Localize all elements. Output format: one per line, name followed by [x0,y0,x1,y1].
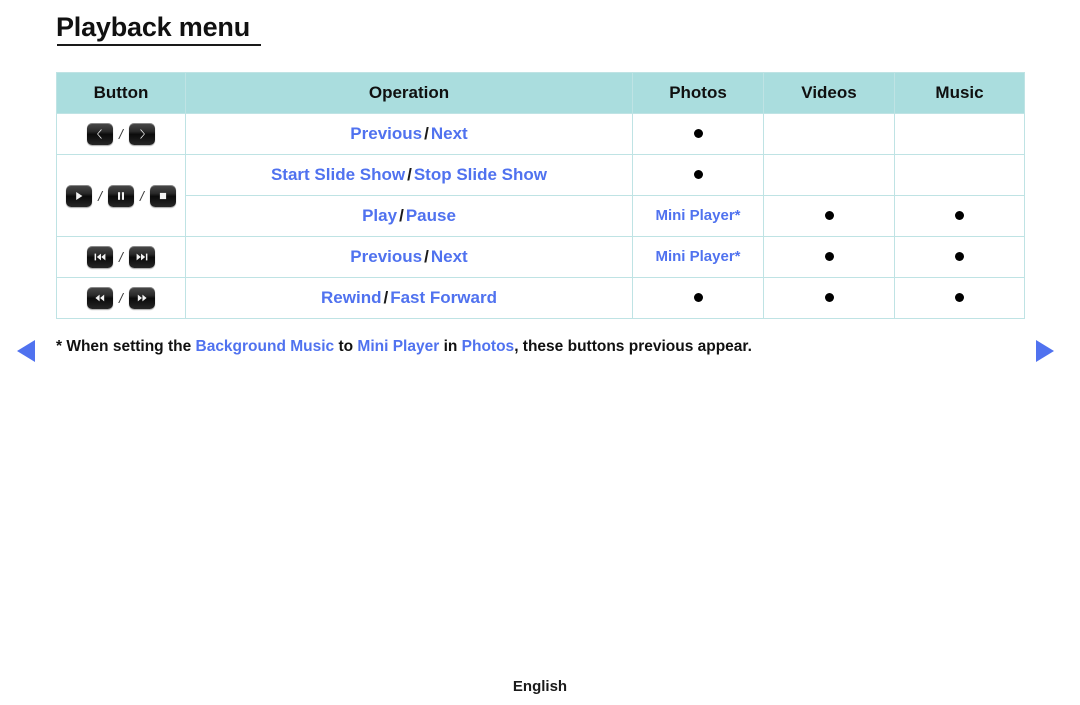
footer-language-label: English [512,678,568,695]
operation-text: Previous / Next [350,124,467,143]
operation-text: Start Slide Show / Stop Slide Show [271,165,547,184]
play-icon[interactable] [66,184,93,207]
support-dot [693,129,703,139]
videos-cell [763,113,895,155]
operation-separator: / [383,288,389,307]
videos-cell [763,195,895,237]
operation-second: Next [430,247,468,266]
operation-separator: / [424,247,429,266]
footnote-link-photos: Photos [461,338,515,355]
operation-cell: Start Slide Show / Stop Slide Show [185,154,633,196]
support-dot [955,211,964,221]
photos-cell [632,113,764,155]
footnote-part1: * When setting the [56,338,196,355]
operation-separator: / [407,165,412,184]
mini-player-label: Mini Player* [655,248,741,265]
support-dot [955,293,964,303]
skip-next-icon[interactable] [128,246,155,268]
previous-page-arrow-icon[interactable] [17,340,35,362]
music-cell [894,195,1025,237]
operation-cell: Previous / Next [185,113,633,155]
table-row: / Rewind / Fast Forward [56,277,1025,319]
photos-cell [632,154,764,196]
table-header-row: Button Operation Photos Videos Music [56,72,1025,114]
photos-cell: Mini Player* [632,236,764,278]
column-header-videos: Videos [763,72,895,114]
separator: / [119,290,123,306]
skip-previous-icon[interactable] [87,246,114,268]
mini-player-label: Mini Player* [655,207,741,224]
separator: / [98,187,102,204]
music-cell [894,236,1025,278]
button-cell: / [56,113,186,155]
photos-cell [632,277,764,319]
support-dot [824,252,834,262]
videos-cell [763,154,895,196]
separator: / [119,126,123,142]
footnote-link-mini-player: Mini Player [357,338,440,355]
table-row: Play / Pause Mini Player* [57,195,1025,237]
rewind-icon[interactable] [87,287,114,309]
button-group: / [57,287,185,309]
title-underline [57,44,261,46]
music-cell [894,154,1025,196]
table-row: / Previous / Next [56,113,1025,155]
support-dot [824,293,834,303]
videos-cell [763,236,895,278]
separator: / [140,187,144,204]
button-cell: / [56,277,186,319]
operation-second: Pause [405,206,456,225]
photos-cell: Mini Player* [632,195,764,237]
footnote-part2: to [334,338,358,355]
operation-text: Play / Pause [362,206,456,225]
playback-menu-table: Button Operation Photos Videos Music / P… [56,72,1025,319]
button-group: / / [57,184,185,207]
chevron-right-icon[interactable] [128,123,155,145]
fast-forward-icon[interactable] [128,287,155,309]
button-group: / [57,246,185,268]
operation-cell: Rewind / Fast Forward [185,277,633,319]
music-cell [894,277,1025,319]
column-header-button: Button [56,72,186,114]
button-cell: / / [56,154,186,237]
music-cell [894,113,1025,155]
footnote-part4: , these buttons previous appear. [514,338,752,355]
footnote: * When setting the Background Music to M… [56,338,996,356]
support-dot [955,252,964,262]
footnote-link-background-music: Background Music [195,338,335,355]
column-header-photos: Photos [632,72,764,114]
stop-icon[interactable] [149,184,176,207]
chevron-left-icon[interactable] [87,123,114,145]
operation-text: Previous / Next [350,247,467,266]
operation-separator: / [399,206,404,225]
operation-first: Play [362,206,398,225]
table-row: / / Start Slide Show / Stop Slide Show [56,154,1025,237]
footnote-part3: in [439,338,462,355]
button-cell: / [56,236,186,278]
next-page-arrow-icon[interactable] [1036,340,1054,362]
column-header-operation: Operation [185,72,633,114]
operation-first: Start Slide Show [270,165,406,184]
operation-first: Rewind [321,288,382,307]
column-header-music: Music [894,72,1025,114]
button-group: / [57,123,185,145]
pause-icon[interactable] [108,184,134,207]
support-dot [693,293,703,303]
support-dot [693,170,703,180]
table-row: / Previous / Next Mini Player* [56,236,1025,278]
operation-separator: / [424,124,429,143]
videos-cell [763,277,895,319]
support-dot [824,211,834,221]
operation-text: Rewind / Fast Forward [321,288,497,307]
page-title: Playback menu [56,12,250,42]
operation-second: Next [430,124,468,143]
operation-cell: Play / Pause [185,195,633,237]
operation-first: Previous [350,247,423,266]
operation-second: Stop Slide Show [413,165,548,184]
operation-first: Previous [350,124,423,143]
operation-second: Fast Forward [390,288,497,307]
separator: / [119,249,123,265]
operation-cell: Previous / Next [185,236,633,278]
